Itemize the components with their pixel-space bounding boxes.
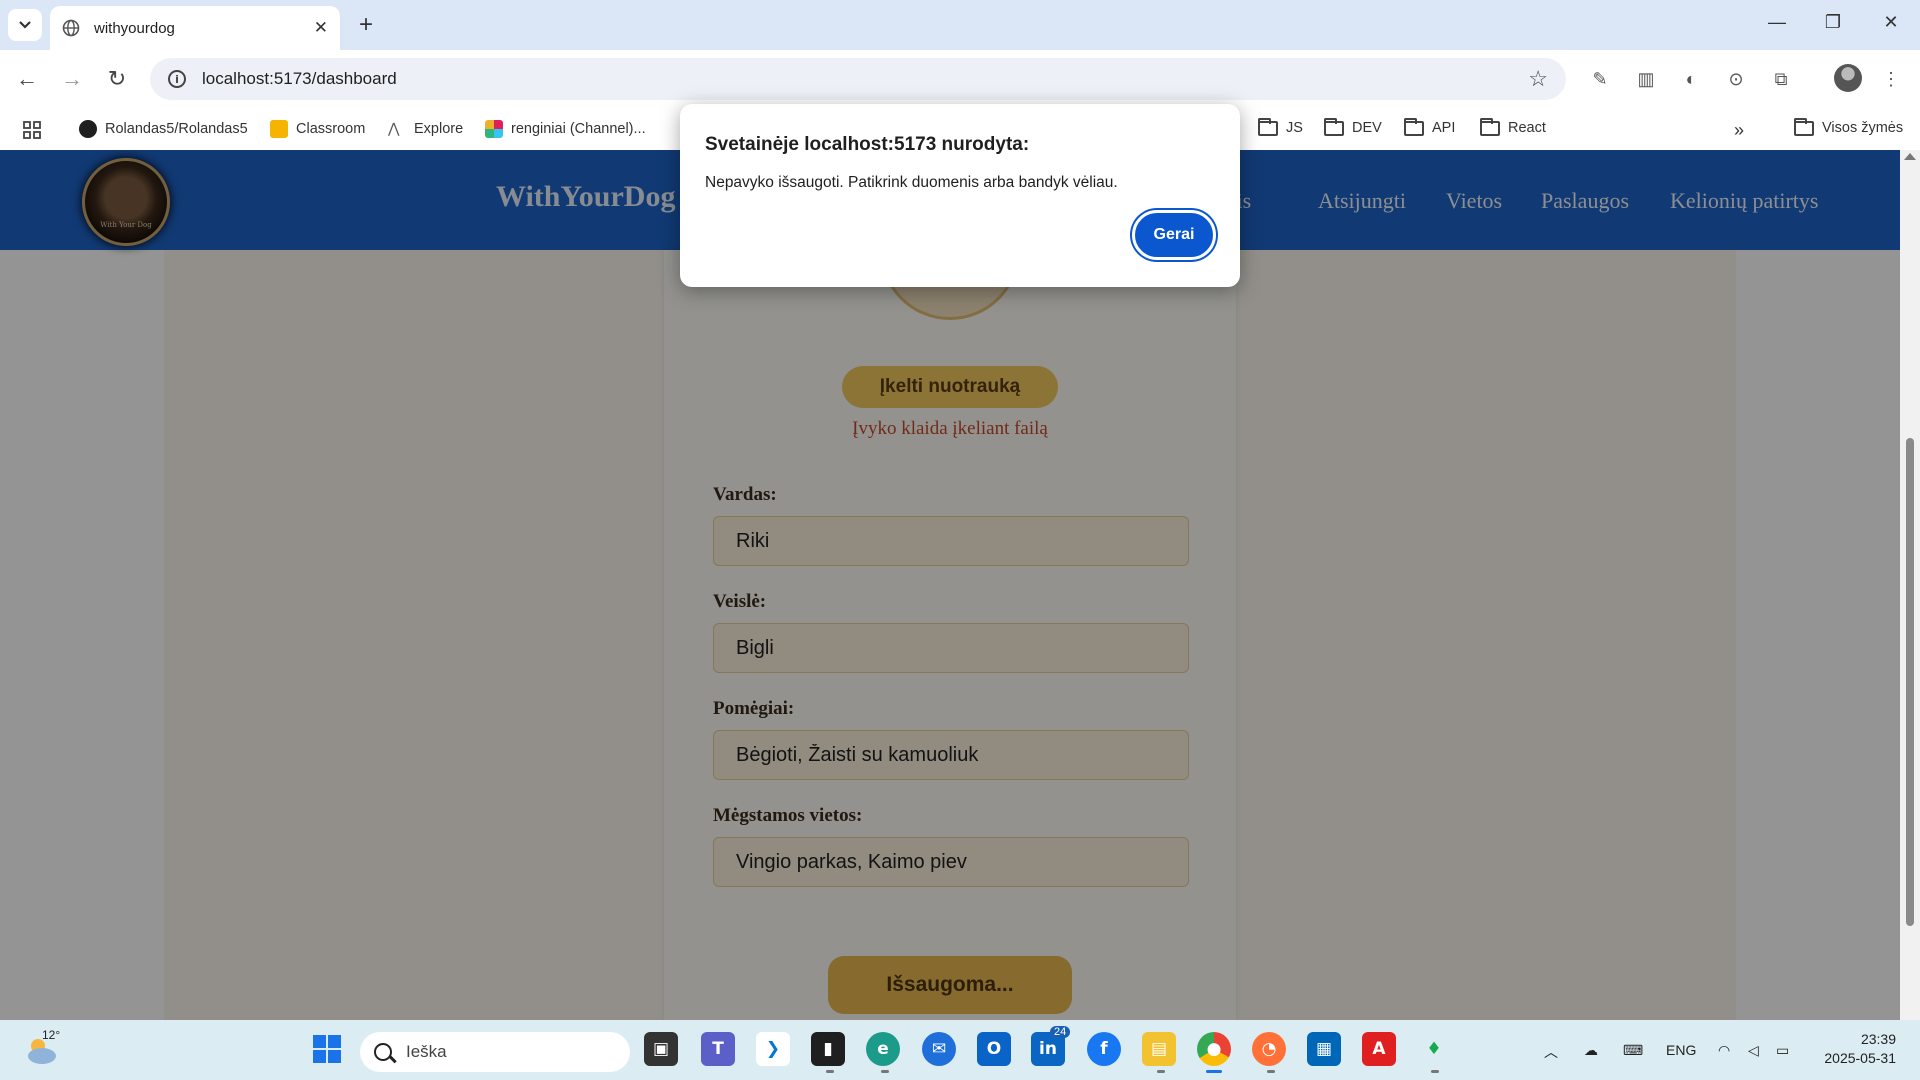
wifi-icon[interactable]: ◠ [1718, 1042, 1730, 1059]
firefox-icon[interactable]: ◔ [1252, 1032, 1286, 1066]
bookmark-label: DEV [1352, 120, 1382, 136]
bookmark-folder-api[interactable]: API [1404, 117, 1456, 136]
extension-icon[interactable]: ✎ [1587, 66, 1613, 92]
bookmark-slack[interactable]: renginiai (Channel)... [485, 120, 646, 138]
url-text[interactable]: localhost:5173/dashboard [202, 69, 1528, 89]
weather-temp: 12° [42, 1028, 61, 1042]
folder-icon [1258, 117, 1278, 136]
bookmark-explore[interactable]: ⋀ Explore [388, 120, 463, 138]
apps-grid-icon[interactable] [22, 120, 42, 140]
active-indicator [1206, 1070, 1222, 1073]
search-icon [374, 1043, 392, 1061]
bookmark-label: React [1508, 120, 1546, 136]
chevron-down-icon [19, 21, 31, 29]
alert-message: Nepavyko išsaugoti. Patikrink duomenis a… [705, 174, 1118, 191]
all-bookmarks[interactable]: Visos žymės [1794, 117, 1904, 136]
browser-tab[interactable]: withyourdog ✕ [50, 6, 340, 50]
keyboard-icon[interactable]: ⌨ [1623, 1042, 1643, 1059]
outlook-icon[interactable]: O [977, 1032, 1011, 1066]
address-bar[interactable]: i localhost:5173/dashboard ☆ [150, 58, 1566, 100]
chrome-icon[interactable]: ● [1197, 1032, 1231, 1066]
bookmark-label: Explore [414, 121, 464, 137]
browser-toolbar: ← → ↻ i localhost:5173/dashboard ☆ ✎ ▥ ◐… [0, 50, 1920, 108]
clock-time: 23:39 [1860, 1031, 1896, 1047]
all-bookmarks-label: Visos žymės [1822, 120, 1904, 136]
folder-icon [1794, 117, 1814, 136]
bookmark-label: JS [1286, 120, 1303, 136]
volume-icon[interactable]: ◁ [1748, 1042, 1759, 1059]
reload-icon[interactable]: ↻ [102, 64, 132, 94]
alert-dialog: Svetainėje localhost:5173 nurodyta: Nepa… [680, 104, 1240, 287]
folder-icon [1480, 117, 1500, 136]
classroom-icon [270, 120, 288, 138]
running-indicator [1431, 1070, 1439, 1073]
bookmark-folder-react[interactable]: React [1480, 117, 1546, 136]
acrobat-icon[interactable]: A [1362, 1032, 1396, 1066]
new-tab-button[interactable]: + [352, 11, 380, 39]
tab-title: withyourdog [94, 19, 175, 37]
globe-icon [62, 19, 80, 37]
edge-icon[interactable]: e [866, 1032, 900, 1066]
scroll-up-arrow-icon[interactable] [1904, 153, 1916, 160]
task-view-icon[interactable]: ▣ [644, 1032, 678, 1066]
tray-overflow-chevron-icon[interactable]: ︿ [1544, 1042, 1558, 1062]
language-indicator[interactable]: ENG [1666, 1042, 1696, 1058]
alert-title: Svetainėje localhost:5173 nurodyta: [705, 134, 1030, 155]
devtools-extension-icon[interactable]: ⊙ [1723, 66, 1749, 92]
back-icon[interactable]: ← [12, 64, 42, 94]
minimize-icon[interactable]: — [1762, 12, 1792, 33]
site-info-icon[interactable]: i [168, 70, 186, 88]
taskbar-search[interactable]: Ieška [360, 1032, 630, 1072]
onedrive-icon[interactable]: ☁ [1584, 1042, 1598, 1059]
bookmark-classroom[interactable]: Classroom [270, 120, 365, 138]
forward-icon[interactable]: → [57, 64, 87, 94]
github-icon [79, 120, 97, 138]
ms-store-icon[interactable]: ▦ [1307, 1032, 1341, 1066]
terminal-app-icon[interactable]: ▮ [811, 1032, 845, 1066]
thunderbird-icon[interactable]: ✉ [922, 1032, 956, 1066]
profile-avatar[interactable] [1834, 64, 1862, 92]
notification-badge: 24 [1050, 1026, 1071, 1038]
windows-start-icon[interactable] [310, 1032, 344, 1066]
facebook-icon[interactable]: f [1087, 1032, 1121, 1066]
running-indicator [881, 1070, 889, 1073]
scrollbar-thumb[interactable] [1906, 438, 1914, 926]
running-indicator [1157, 1070, 1165, 1073]
system-clock[interactable]: 23:39 2025-05-31 [1816, 1030, 1896, 1068]
explore-icon: ⋀ [388, 120, 400, 136]
clock-date: 2025-05-31 [1824, 1050, 1896, 1066]
mongodb-icon[interactable]: ♦ [1417, 1032, 1451, 1066]
taskbar-search-placeholder: Ieška [406, 1042, 447, 1061]
file-explorer-icon[interactable]: ▤ [1142, 1032, 1176, 1066]
vscode-icon[interactable]: ❯ [756, 1032, 790, 1066]
battery-icon[interactable]: ▭ [1776, 1042, 1789, 1059]
folder-icon [1404, 117, 1424, 136]
bookmark-folder-dev[interactable]: DEV [1324, 117, 1382, 136]
trash-extension-icon[interactable]: ▥ [1633, 66, 1659, 92]
puzzle-extensions-icon[interactable]: ⧉ [1768, 66, 1794, 92]
menu-kebab-icon[interactable]: ⋮ [1878, 66, 1904, 92]
running-indicator [1267, 1070, 1275, 1073]
slack-icon [485, 120, 503, 138]
windows-taskbar: 12° Ieška ▣ T ❯ ▮ e ✉ O in 24 f ▤ ● ◔ ▦ … [0, 1020, 1920, 1080]
bookmark-folder-js[interactable]: JS [1258, 117, 1303, 136]
bookmark-label: Rolandas5/Rolandas5 [105, 121, 248, 137]
cookie-extension-icon[interactable]: ◐ [1678, 66, 1704, 92]
tab-strip: withyourdog ✕ + — ❐ ✕ [0, 0, 1920, 50]
bookmark-label: API [1432, 120, 1456, 136]
running-indicator [826, 1070, 834, 1073]
bookmark-label: Classroom [296, 121, 366, 137]
bookmark-label: renginiai (Channel)... [511, 121, 646, 137]
weather-widget[interactable]: 12° [24, 1028, 60, 1068]
bookmark-star-icon[interactable]: ☆ [1528, 66, 1548, 92]
bookmark-github[interactable]: Rolandas5/Rolandas5 [79, 120, 248, 138]
tab-close-icon[interactable]: ✕ [314, 18, 328, 38]
more-bookmarks-chevron-icon[interactable]: » [1734, 120, 1744, 141]
restore-icon[interactable]: ❐ [1818, 12, 1848, 33]
folder-icon [1324, 117, 1344, 136]
teams-icon[interactable]: T [701, 1032, 735, 1066]
alert-ok-button[interactable]: Gerai [1132, 210, 1216, 260]
tab-search-button[interactable] [8, 9, 42, 41]
window-close-icon[interactable]: ✕ [1876, 12, 1906, 33]
